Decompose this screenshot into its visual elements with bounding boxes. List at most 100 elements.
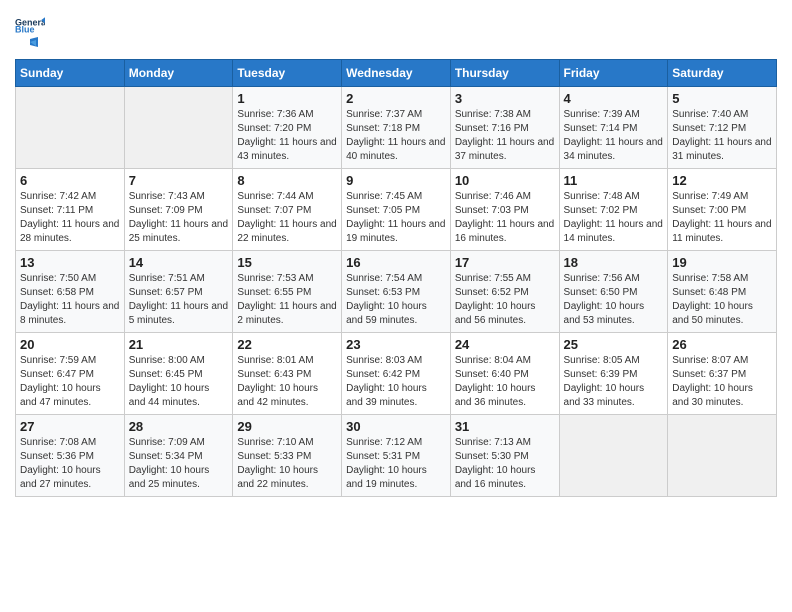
day-number: 19 (672, 255, 772, 270)
day-number: 31 (455, 419, 555, 434)
calendar-cell (16, 87, 125, 169)
day-number: 17 (455, 255, 555, 270)
day-number: 11 (564, 173, 664, 188)
calendar-cell: 28 Sunrise: 7:09 AM Sunset: 5:34 PM Dayli… (124, 415, 233, 497)
calendar-week-5: 27Sunrise: 7:08 AM Sunset: 5:36 PM Dayli… (16, 415, 777, 497)
calendar-cell: 17 Sunrise: 7:55 AM Sunset: 6:52 PM Dayli… (450, 251, 559, 333)
day-number: 2 (346, 91, 446, 106)
day-number: 30 (346, 419, 446, 434)
weekday-header-saturday: Saturday (668, 60, 777, 87)
calendar-cell: 15Sunrise: 7:53 AM Sunset: 6:55 PM Dayli… (233, 251, 342, 333)
day-number: 20 (20, 337, 120, 352)
calendar-cell: 20 Sunrise: 7:59 AM Sunset: 6:47 PM Dayli… (16, 333, 125, 415)
day-info: Sunrise: 7:44 AM Sunset: 7:07 PM Dayligh… (237, 190, 337, 246)
day-number: 28 (129, 419, 229, 434)
day-number: 12 (672, 173, 772, 188)
day-number: 14 (129, 255, 229, 270)
day-info: Sunrise: 8:01 AM Sunset: 6:43 PM Dayligh… (237, 354, 337, 410)
day-number: 1 (237, 91, 337, 106)
calendar-cell: 7Sunrise: 7:43 AM Sunset: 7:09 PM Daylig… (124, 169, 233, 251)
day-info: Sunrise: 7:50 AM Sunset: 6:58 PM Dayligh… (20, 272, 120, 328)
day-info: Sunrise: 7:38 AM Sunset: 7:16 PM Dayligh… (455, 108, 555, 164)
day-number: 21 (129, 337, 229, 352)
day-number: 8 (237, 173, 337, 188)
calendar-cell: 21 Sunrise: 8:00 AM Sunset: 6:45 PM Dayli… (124, 333, 233, 415)
calendar-cell: 16 Sunrise: 7:54 AM Sunset: 6:53 PM Dayli… (342, 251, 451, 333)
calendar-cell: 22 Sunrise: 8:01 AM Sunset: 6:43 PM Dayli… (233, 333, 342, 415)
calendar-cell: 2 Sunrise: 7:37 AM Sunset: 7:18 PM Daylig… (342, 87, 451, 169)
day-info: Sunrise: 7:48 AM Sunset: 7:02 PM Dayligh… (564, 190, 664, 246)
day-number: 24 (455, 337, 555, 352)
day-info: Sunrise: 7:54 AM Sunset: 6:53 PM Dayligh… (346, 272, 446, 328)
calendar-cell: 3Sunrise: 7:38 AM Sunset: 7:16 PM Daylig… (450, 87, 559, 169)
day-number: 22 (237, 337, 337, 352)
day-number: 10 (455, 173, 555, 188)
day-info: Sunrise: 7:45 AM Sunset: 7:05 PM Dayligh… (346, 190, 446, 246)
day-number: 18 (564, 255, 664, 270)
calendar-cell: 10Sunrise: 7:46 AM Sunset: 7:03 PM Dayli… (450, 169, 559, 251)
day-number: 13 (20, 255, 120, 270)
day-info: Sunrise: 7:12 AM Sunset: 5:31 PM Dayligh… (346, 436, 446, 492)
calendar-cell: 25 Sunrise: 8:05 AM Sunset: 6:39 PM Dayli… (559, 333, 668, 415)
weekday-header-wednesday: Wednesday (342, 60, 451, 87)
calendar-cell: 18 Sunrise: 7:56 AM Sunset: 6:50 PM Dayli… (559, 251, 668, 333)
day-info: Sunrise: 8:05 AM Sunset: 6:39 PM Dayligh… (564, 354, 664, 410)
day-info: Sunrise: 7:08 AM Sunset: 5:36 PM Dayligh… (20, 436, 120, 492)
calendar-cell: 8 Sunrise: 7:44 AM Sunset: 7:07 PM Daylig… (233, 169, 342, 251)
day-info: Sunrise: 8:00 AM Sunset: 6:45 PM Dayligh… (129, 354, 229, 410)
calendar-cell: 27Sunrise: 7:08 AM Sunset: 5:36 PM Dayli… (16, 415, 125, 497)
calendar-cell: 26Sunrise: 8:07 AM Sunset: 6:37 PM Dayli… (668, 333, 777, 415)
day-info: Sunrise: 7:51 AM Sunset: 6:57 PM Dayligh… (129, 272, 229, 328)
svg-text:Blue: Blue (15, 24, 35, 34)
day-info: Sunrise: 7:53 AM Sunset: 6:55 PM Dayligh… (237, 272, 337, 328)
day-info: Sunrise: 7:36 AM Sunset: 7:20 PM Dayligh… (237, 108, 337, 164)
calendar-week-2: 6 Sunrise: 7:42 AM Sunset: 7:11 PM Daylig… (16, 169, 777, 251)
day-info: Sunrise: 7:10 AM Sunset: 5:33 PM Dayligh… (237, 436, 337, 492)
calendar-cell: 12 Sunrise: 7:49 AM Sunset: 7:00 PM Dayli… (668, 169, 777, 251)
day-info: Sunrise: 7:59 AM Sunset: 6:47 PM Dayligh… (20, 354, 120, 410)
weekday-header-monday: Monday (124, 60, 233, 87)
logo-bird-icon (16, 37, 38, 53)
page-header: General Blue (15, 15, 777, 49)
day-info: Sunrise: 7:55 AM Sunset: 6:52 PM Dayligh… (455, 272, 555, 328)
calendar-cell: 4 Sunrise: 7:39 AM Sunset: 7:14 PM Daylig… (559, 87, 668, 169)
day-number: 7 (129, 173, 229, 188)
day-number: 16 (346, 255, 446, 270)
weekday-header-tuesday: Tuesday (233, 60, 342, 87)
logo: General Blue (15, 15, 45, 49)
calendar-cell: 6 Sunrise: 7:42 AM Sunset: 7:11 PM Daylig… (16, 169, 125, 251)
calendar-week-1: 1 Sunrise: 7:36 AM Sunset: 7:20 PM Daylig… (16, 87, 777, 169)
day-number: 6 (20, 173, 120, 188)
calendar-cell: 24 Sunrise: 8:04 AM Sunset: 6:40 PM Dayli… (450, 333, 559, 415)
day-number: 4 (564, 91, 664, 106)
calendar-cell (124, 87, 233, 169)
day-number: 9 (346, 173, 446, 188)
day-info: Sunrise: 7:42 AM Sunset: 7:11 PM Dayligh… (20, 190, 120, 246)
day-number: 29 (237, 419, 337, 434)
calendar-week-4: 20 Sunrise: 7:59 AM Sunset: 6:47 PM Dayli… (16, 333, 777, 415)
day-info: Sunrise: 7:49 AM Sunset: 7:00 PM Dayligh… (672, 190, 772, 246)
day-info: Sunrise: 7:40 AM Sunset: 7:12 PM Dayligh… (672, 108, 772, 164)
calendar-cell (668, 415, 777, 497)
day-info: Sunrise: 7:09 AM Sunset: 5:34 PM Dayligh… (129, 436, 229, 492)
logo-icon: General Blue (15, 15, 45, 35)
day-number: 5 (672, 91, 772, 106)
day-number: 25 (564, 337, 664, 352)
calendar-cell (559, 415, 668, 497)
calendar-cell: 5 Sunrise: 7:40 AM Sunset: 7:12 PM Daylig… (668, 87, 777, 169)
day-info: Sunrise: 7:13 AM Sunset: 5:30 PM Dayligh… (455, 436, 555, 492)
day-info: Sunrise: 7:56 AM Sunset: 6:50 PM Dayligh… (564, 272, 664, 328)
day-info: Sunrise: 7:39 AM Sunset: 7:14 PM Dayligh… (564, 108, 664, 164)
calendar-cell: 30 Sunrise: 7:12 AM Sunset: 5:31 PM Dayli… (342, 415, 451, 497)
day-number: 26 (672, 337, 772, 352)
calendar-cell: 29 Sunrise: 7:10 AM Sunset: 5:33 PM Dayli… (233, 415, 342, 497)
weekday-header-thursday: Thursday (450, 60, 559, 87)
calendar-cell: 11 Sunrise: 7:48 AM Sunset: 7:02 PM Dayli… (559, 169, 668, 251)
day-info: Sunrise: 8:04 AM Sunset: 6:40 PM Dayligh… (455, 354, 555, 410)
calendar-cell: 13 Sunrise: 7:50 AM Sunset: 6:58 PM Dayli… (16, 251, 125, 333)
day-number: 23 (346, 337, 446, 352)
weekday-header-row: SundayMondayTuesdayWednesdayThursdayFrid… (16, 60, 777, 87)
calendar-cell: 14 Sunrise: 7:51 AM Sunset: 6:57 PM Dayli… (124, 251, 233, 333)
calendar-cell: 9 Sunrise: 7:45 AM Sunset: 7:05 PM Daylig… (342, 169, 451, 251)
day-info: Sunrise: 7:37 AM Sunset: 7:18 PM Dayligh… (346, 108, 446, 164)
